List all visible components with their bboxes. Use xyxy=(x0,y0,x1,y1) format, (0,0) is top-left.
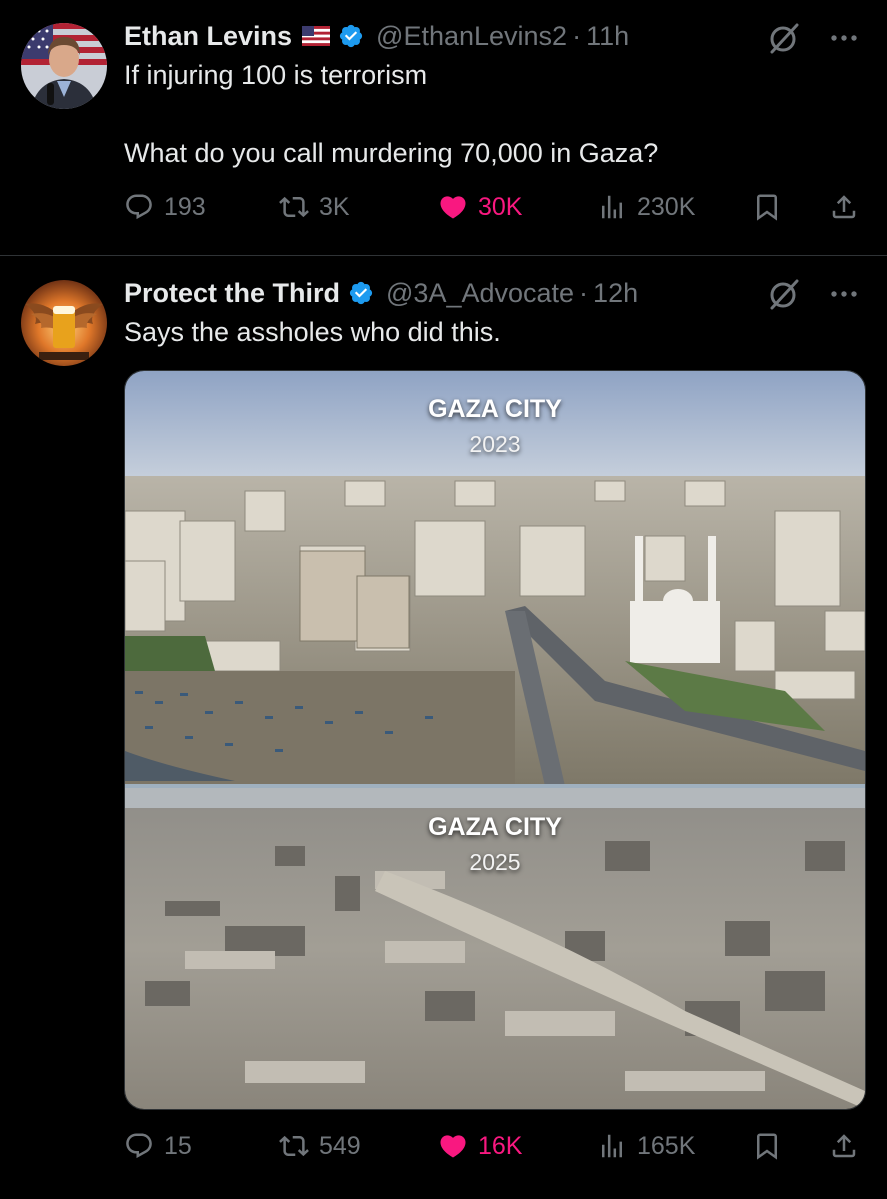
like-count: 30K xyxy=(478,192,523,221)
tweet[interactable]: Protect the Third @3A_Advocate · 12h Say… xyxy=(0,256,887,1199)
grok-icon[interactable] xyxy=(766,20,802,56)
views-button[interactable]: 230K xyxy=(597,187,695,227)
handle[interactable]: @EthanLevins2 xyxy=(376,21,567,52)
reply-count: 193 xyxy=(164,192,206,221)
share-button[interactable] xyxy=(829,1126,859,1166)
tweet[interactable]: Ethan Levins @EthanLevins2 · 11h If inju… xyxy=(0,0,887,256)
timestamp[interactable]: 12h xyxy=(593,278,638,309)
share-icon xyxy=(832,1134,856,1158)
bookmark-button[interactable] xyxy=(752,1126,782,1166)
bookmark-icon xyxy=(757,194,777,221)
separator: · xyxy=(579,277,589,308)
reply-button[interactable]: 15 xyxy=(124,1126,192,1166)
tweet-text-line: If injuring 100 is terrorism xyxy=(124,60,428,90)
display-name[interactable]: Protect the Third xyxy=(124,278,340,309)
reply-icon xyxy=(126,1133,152,1159)
repost-count: 3K xyxy=(319,192,350,221)
share-button[interactable] xyxy=(829,187,859,227)
bookmark-icon xyxy=(757,1133,777,1160)
action-bar: 15 549 16K 165K xyxy=(124,1126,864,1166)
view-count: 230K xyxy=(637,192,696,221)
like-button[interactable]: 16K xyxy=(438,1126,522,1166)
action-bar: 193 3K 30K 230K xyxy=(124,187,864,227)
handle[interactable]: @3A_Advocate xyxy=(386,278,574,309)
views-button[interactable]: 165K xyxy=(597,1126,695,1166)
repost-button[interactable]: 549 xyxy=(279,1126,361,1166)
bookmark-button[interactable] xyxy=(752,187,782,227)
repost-button[interactable]: 3K xyxy=(279,187,350,227)
media-caption-city: GAZA CITY xyxy=(428,395,562,423)
more-icon[interactable] xyxy=(826,276,862,312)
heart-icon xyxy=(440,196,466,219)
timestamp[interactable]: 11h xyxy=(586,21,629,52)
verified-icon xyxy=(349,281,373,305)
repost-count: 549 xyxy=(319,1131,361,1160)
like-count: 16K xyxy=(478,1131,523,1160)
view-count: 165K xyxy=(637,1131,696,1160)
tweet-text-line: What do you call murdering 70,000 in Gaz… xyxy=(124,138,659,168)
display-name[interactable]: Ethan Levins xyxy=(124,21,292,52)
like-button[interactable]: 30K xyxy=(438,187,522,227)
avatar[interactable] xyxy=(21,23,107,109)
repost-icon xyxy=(279,1135,309,1157)
reply-count: 15 xyxy=(164,1131,192,1160)
views-icon xyxy=(602,1134,622,1158)
media-caption-year: 2023 xyxy=(469,431,521,457)
more-icon[interactable] xyxy=(826,20,862,56)
media-caption-city: GAZA CITY xyxy=(428,813,562,841)
city-comparison-image xyxy=(125,371,865,1109)
heart-icon xyxy=(440,1135,466,1158)
tweet-text-line: Says the assholes who did this. xyxy=(124,317,501,347)
separator: · xyxy=(572,20,582,51)
share-icon xyxy=(832,195,856,219)
repost-icon xyxy=(279,196,309,218)
tweet-header: Ethan Levins @EthanLevins2 · 11h xyxy=(124,19,629,53)
views-icon xyxy=(602,195,622,219)
reply-icon xyxy=(126,194,152,220)
us-flag-icon xyxy=(302,26,331,46)
grok-icon[interactable] xyxy=(766,276,802,312)
media-caption-year: 2025 xyxy=(469,849,521,875)
tweet-header: Protect the Third @3A_Advocate · 12h xyxy=(124,276,638,310)
reply-button[interactable]: 193 xyxy=(124,187,206,227)
verified-icon xyxy=(339,24,363,48)
media-image[interactable]: GAZA CITY 2023 GAZA CITY 2025 xyxy=(124,370,866,1110)
avatar[interactable] xyxy=(21,280,107,366)
